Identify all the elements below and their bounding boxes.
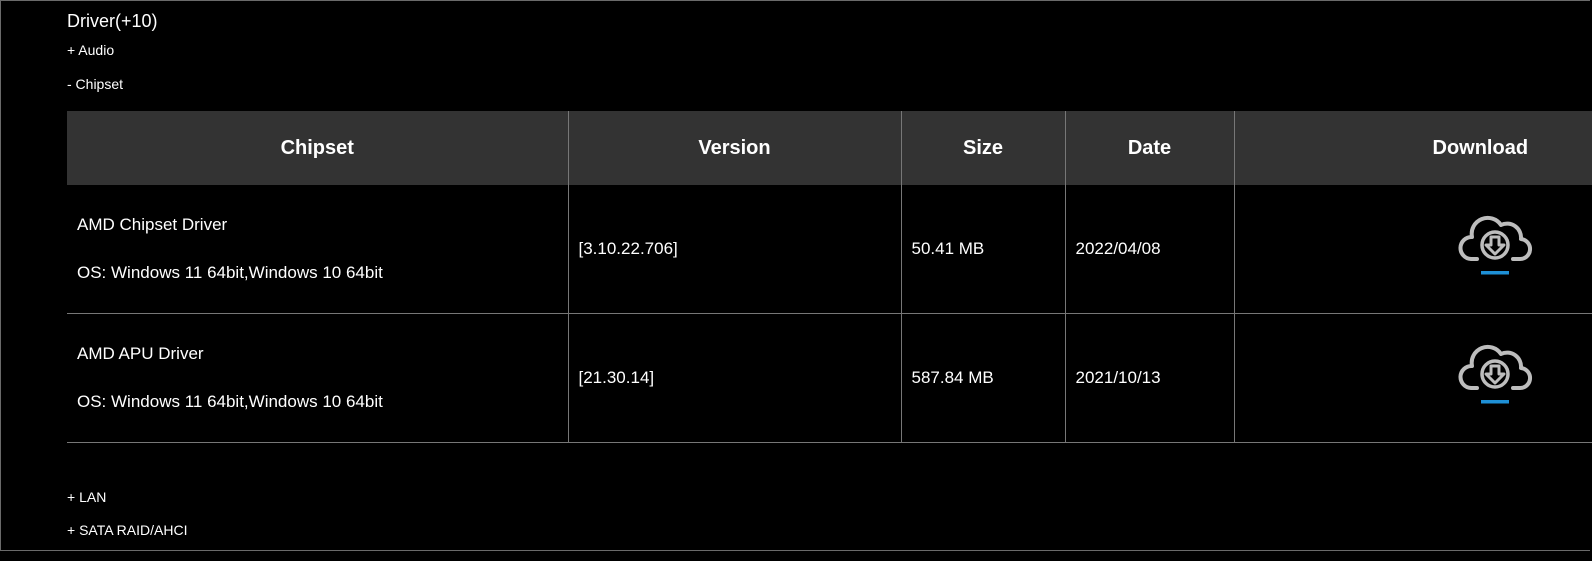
cloud-download-icon [1458,344,1532,403]
download-cell [1233,313,1592,443]
driver-info-cell: AMD APU Driver OS: Windows 11 64bit,Wind… [67,313,568,443]
driver-name: AMD Chipset Driver [77,215,228,234]
header-download: Download [1233,111,1592,185]
table-header-row: Chipset Version Size Date Download [67,111,1592,185]
download-button[interactable] [1457,215,1533,279]
table-row: AMD APU Driver OS: Windows 11 64bit,Wind… [67,313,1592,443]
section-title: Driver(+10) [67,11,158,31]
driver-size: 587.84 MB [900,313,1065,443]
driver-info-cell: AMD Chipset Driver OS: Windows 11 64bit,… [67,185,568,314]
cloud-download-icon [1458,215,1532,274]
header-chipset: Chipset [67,111,568,185]
driver-date: 2021/10/13 [1064,313,1234,443]
header-version: Version [567,111,901,185]
category-sata-toggle[interactable]: + SATA RAID/AHCI [67,521,187,539]
driver-os: OS: Windows 11 64bit,Windows 10 64bit [77,263,383,282]
driver-date: 2022/04/08 [1064,185,1234,314]
category-audio-toggle[interactable]: + Audio [67,41,114,59]
table-row: AMD Chipset Driver OS: Windows 11 64bit,… [67,185,1592,314]
category-lan-toggle[interactable]: + LAN [67,488,106,506]
driver-size: 50.41 MB [900,185,1065,314]
header-date: Date [1064,111,1234,185]
download-button[interactable] [1457,344,1533,408]
header-size: Size [900,111,1065,185]
category-chipset-toggle[interactable]: - Chipset [67,75,123,93]
driver-version: [21.30.14] [567,313,901,443]
driver-os: OS: Windows 11 64bit,Windows 10 64bit [77,392,383,411]
driver-version: [3.10.22.706] [567,185,901,314]
chipset-driver-table: Chipset Version Size Date Download AMD C… [67,111,1592,443]
driver-name: AMD APU Driver [77,344,204,363]
download-cell [1233,185,1592,314]
